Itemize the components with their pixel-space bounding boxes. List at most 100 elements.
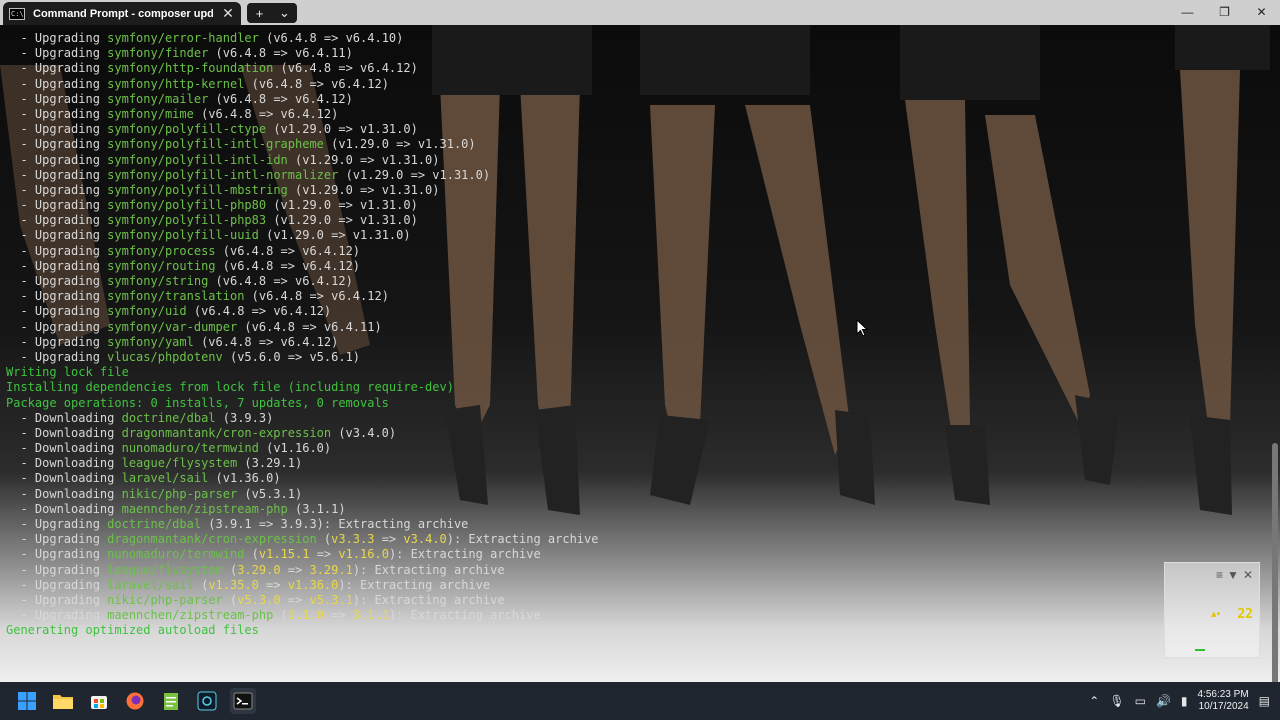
terminal-segment: (v5.6.0 => v5.6.1) — [222, 349, 361, 364]
terminal-segment: (3.9.1 => 3.9.3) — [201, 517, 324, 531]
firefox-icon[interactable] — [122, 688, 148, 714]
terminal-line: - Upgrading laravel/sail (v1.35.0 => v1.… — [6, 578, 598, 593]
terminal-segment: v1.15.1 — [258, 547, 310, 562]
terminal-segment: - Upgrading — [6, 608, 108, 623]
terminal-segment: - Downloading — [6, 441, 122, 456]
tab-command-prompt[interactable]: C:\ Command Prompt - composer update ✕ — [3, 2, 241, 25]
terminal-icon[interactable] — [230, 688, 256, 714]
terminal-segment: (v1.29.0 => v1.31.0) — [287, 152, 440, 167]
terminal-segment: (v6.4.8 => v6.4.12) — [215, 243, 361, 258]
app-icon[interactable] — [194, 688, 220, 714]
terminal-line: - Upgrading symfony/polyfill-php80 (v1.2… — [6, 198, 598, 213]
terminal-segment: symfony/polyfill-intl-idn — [107, 152, 288, 167]
network-icon[interactable]: ▭ — [1135, 694, 1146, 708]
volume-icon[interactable]: 🔊 — [1156, 694, 1171, 708]
terminal-segment: doctrine/dbal — [121, 410, 216, 425]
notepad-icon[interactable] — [158, 688, 184, 714]
terminal-segment: - Upgrading — [6, 152, 108, 167]
terminal-segment: (3.29.1) — [237, 456, 303, 471]
terminal-segment: symfony/http-foundation — [107, 61, 274, 76]
terminal-segment: - Downloading — [6, 425, 122, 440]
tab-dropdown-button[interactable]: ⌄ — [274, 5, 296, 21]
terminal-line: - Upgrading symfony/polyfill-mbstring (v… — [6, 183, 598, 198]
terminal-segment: - Upgrading — [6, 517, 108, 531]
terminal-segment: - Downloading — [6, 486, 122, 501]
terminal-segment: nunomaduro/termwind — [121, 441, 259, 456]
terminal-segment: laravel/sail — [107, 577, 194, 592]
terminal-segment: (v1.29.0 => v1.31.0) — [266, 122, 418, 137]
tab-actions: + ⌄ — [247, 3, 297, 23]
terminal-segment: - Upgrading — [6, 122, 108, 137]
terminal-line: - Upgrading symfony/polyfill-uuid (v1.29… — [6, 228, 598, 243]
store-icon[interactable] — [86, 688, 112, 714]
terminal-segment: (v6.4.8 => v6.4.11) — [237, 319, 382, 334]
microphone-icon[interactable]: 🎙 — [1109, 694, 1124, 708]
terminal-segment: - Downloading — [6, 410, 122, 425]
terminal-text: - Upgrading symfony/error-handler (v6.4.… — [6, 31, 598, 639]
menu-icon[interactable]: ≡ — [1216, 568, 1223, 582]
battery-icon[interactable]: ▮ — [1181, 694, 1188, 708]
terminal-segment: (3.9.3) — [215, 410, 274, 425]
scrollbar-thumb[interactable] — [1272, 443, 1278, 682]
terminal-line: - Downloading dragonmantank/cron-express… — [6, 426, 598, 441]
start-icon[interactable] — [14, 688, 40, 714]
tab-title: Command Prompt - composer update — [33, 7, 213, 20]
maximize-button[interactable]: ❐ — [1206, 0, 1243, 25]
terminal-segment: - Upgrading — [6, 349, 108, 364]
terminal-segment: - Upgrading — [6, 91, 108, 106]
terminal-segment: symfony/routing — [107, 258, 216, 273]
terminal-segment: (v6.4.8 => v6.4.12) — [208, 91, 353, 106]
notifications-icon[interactable]: ▤ — [1259, 694, 1270, 708]
overlay-widget: ≡ ▼ ✕ ▴▪ 22 — [1164, 562, 1260, 658]
terminal-line: - Upgrading symfony/var-dumper (v6.4.8 =… — [6, 320, 598, 335]
terminal-segment: dragonmantank/cron-expression — [107, 532, 317, 547]
terminal-segment: - Upgrading — [6, 76, 108, 91]
terminal-segment: - Downloading — [6, 501, 122, 516]
terminal-line: - Upgrading symfony/translation (v6.4.8 … — [6, 289, 598, 304]
terminal-segment: - Upgrading — [6, 289, 108, 304]
close-button[interactable]: ✕ — [1243, 0, 1280, 25]
terminal-line: Generating optimized autoload files — [6, 623, 598, 638]
collapse-icon[interactable]: ▼ — [1227, 568, 1239, 582]
terminal-segment: - Upgrading — [6, 547, 108, 562]
clock-date: 10/17/2024 — [1198, 701, 1249, 712]
tab-close-button[interactable]: ✕ — [221, 5, 235, 22]
terminal-segment: laravel/sail — [121, 471, 209, 486]
terminal-segment: - Upgrading — [6, 334, 108, 349]
terminal-segment: - Upgrading — [6, 213, 108, 228]
terminal-segment: - Upgrading — [6, 31, 108, 45]
terminal-segment: symfony/translation — [107, 289, 245, 304]
terminal-segment: dragonmantank/cron-expression — [121, 425, 332, 440]
terminal-segment: maennchen/zipstream-php — [107, 608, 274, 623]
terminal-segment: ): Extracting archive — [338, 577, 491, 592]
terminal-line: - Downloading laravel/sail (v1.36.0) — [6, 471, 598, 486]
terminal-segment: symfony/process — [107, 243, 216, 258]
show-hidden-icons-icon[interactable]: ⌃ — [1089, 694, 1099, 708]
file-explorer-icon[interactable] — [50, 688, 76, 714]
terminal-output-area[interactable]: - Upgrading symfony/error-handler (v6.4.… — [0, 25, 1280, 682]
terminal-segment: 3.29.0 — [237, 562, 281, 577]
terminal-segment: - Upgrading — [6, 562, 108, 577]
terminal-line: - Downloading league/flysystem (3.29.1) — [6, 456, 598, 471]
minimize-button[interactable]: — — [1169, 0, 1206, 25]
terminal-line: Installing dependencies from lock file (… — [6, 380, 598, 395]
terminal-segment: ( — [193, 577, 209, 592]
close-icon[interactable]: ✕ — [1243, 568, 1253, 582]
clock[interactable]: 4:56:23 PM 10/17/2024 — [1198, 689, 1249, 713]
terminal-segment: - Upgrading — [6, 46, 108, 61]
terminal-segment: nunomaduro/termwind — [107, 547, 245, 562]
terminal-line: - Upgrading symfony/mailer (v6.4.8 => v6… — [6, 92, 598, 107]
terminal-line: - Upgrading symfony/process (v6.4.8 => v… — [6, 244, 598, 259]
terminal-segment: ): Extracting archive — [352, 562, 505, 577]
terminal-segment: v1.35.0 — [208, 577, 259, 592]
terminal-line: - Upgrading dragonmantank/cron-expressio… — [6, 532, 598, 547]
terminal-segment: symfony/string — [107, 274, 209, 288]
terminal-segment: ): Extracting archive — [446, 532, 599, 547]
new-tab-button[interactable]: + — [249, 6, 271, 21]
terminal-segment: - Upgrading — [6, 532, 108, 547]
terminal-segment: => — [280, 592, 310, 607]
terminal-segment: Generating optimized autoload files — [6, 623, 259, 638]
terminal-segment: nikic/php-parser — [121, 486, 238, 501]
terminal-line: - Upgrading symfony/routing (v6.4.8 => v… — [6, 259, 598, 274]
terminal-segment: - Upgrading — [6, 198, 108, 213]
